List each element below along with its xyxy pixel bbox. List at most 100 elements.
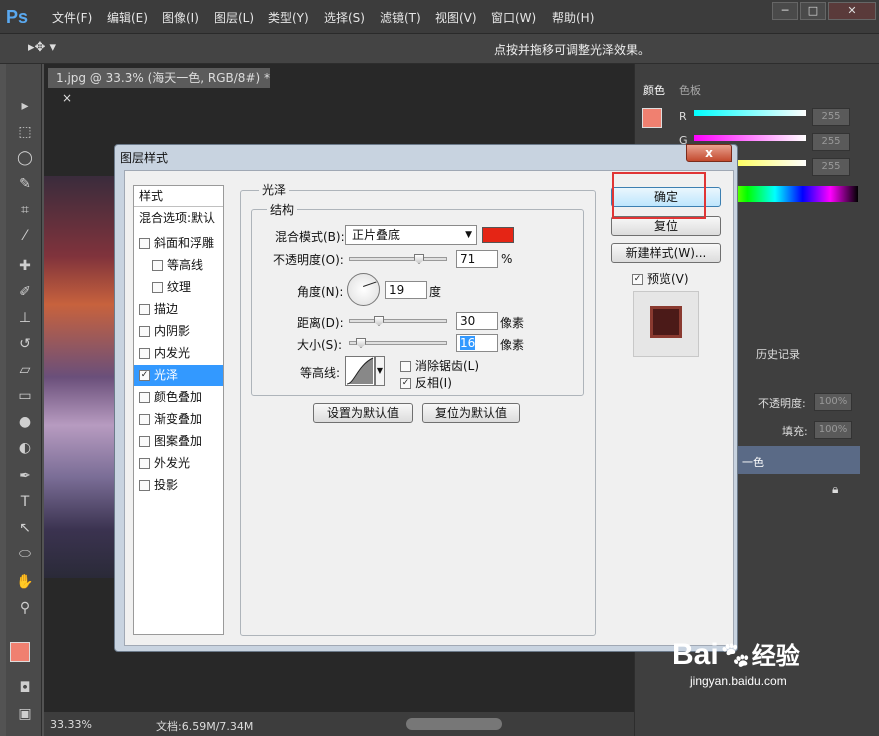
style-item-contour[interactable]: 等高线: [134, 255, 223, 276]
menu-file[interactable]: 文件(F): [52, 9, 92, 26]
r-slider[interactable]: [694, 110, 806, 116]
canvas-image[interactable]: [44, 176, 122, 578]
checkbox[interactable]: [139, 304, 150, 315]
satin-color-swatch[interactable]: [482, 227, 514, 243]
style-item-color-overlay[interactable]: 颜色叠加: [134, 387, 223, 408]
checkbox[interactable]: [139, 458, 150, 469]
dodge-tool-icon[interactable]: ◐: [14, 438, 36, 458]
tab-history[interactable]: 历史记录: [756, 346, 800, 362]
hand-tool-icon[interactable]: ✋: [14, 572, 36, 592]
checkbox[interactable]: [400, 361, 411, 372]
contour-dropdown-icon[interactable]: ▼: [375, 356, 385, 386]
checkbox[interactable]: [139, 392, 150, 403]
zoom-tool-icon[interactable]: ⚲: [14, 598, 36, 618]
checkbox-checked[interactable]: ✓: [139, 370, 150, 381]
b-value[interactable]: 255: [812, 158, 850, 176]
stamp-tool-icon[interactable]: ⊥: [14, 308, 36, 328]
window-close-button[interactable]: ✕: [828, 2, 876, 20]
move-tool-icon[interactable]: ▸: [14, 96, 36, 116]
menu-image[interactable]: 图像(I): [162, 9, 199, 26]
menu-window[interactable]: 窗口(W): [491, 9, 536, 26]
reset-button[interactable]: 复位: [611, 216, 721, 236]
style-item-gradient-overlay[interactable]: 渐变叠加: [134, 409, 223, 430]
style-item-satin[interactable]: ✓ 光泽: [134, 365, 223, 386]
opacity-input[interactable]: 71: [456, 250, 498, 268]
horizontal-scrollbar[interactable]: [406, 718, 502, 730]
checkbox[interactable]: [139, 348, 150, 359]
marquee-tool-icon[interactable]: ⬚: [14, 122, 36, 142]
eyedropper-icon[interactable]: ⁄: [14, 226, 36, 246]
style-item-texture[interactable]: 纹理: [134, 277, 223, 298]
history-brush-icon[interactable]: ↺: [14, 334, 36, 354]
checkbox[interactable]: [152, 260, 163, 271]
distance-input[interactable]: 30: [456, 312, 498, 330]
menu-filter[interactable]: 滤镜(T): [380, 9, 421, 26]
opacity-slider[interactable]: [349, 257, 447, 261]
document-tab[interactable]: 1.jpg @ 33.3% (海天一色, RGB/8#) * ×: [48, 68, 270, 105]
blend-mode-select[interactable]: 正片叠底 ▼: [345, 225, 477, 245]
menu-type[interactable]: 类型(Y): [268, 9, 309, 26]
dialog-close-button[interactable]: x: [686, 144, 732, 162]
screen-mode-icon[interactable]: ▣: [14, 704, 36, 724]
maximize-button[interactable]: □: [800, 2, 826, 20]
pen-tool-icon[interactable]: ✒: [14, 466, 36, 486]
style-item-inner-glow[interactable]: 内发光: [134, 343, 223, 364]
zoom-level[interactable]: 33.33%: [50, 718, 92, 731]
blur-tool-icon[interactable]: ●: [14, 412, 36, 432]
style-item-stroke[interactable]: 描边: [134, 299, 223, 320]
crop-tool-icon[interactable]: ⌗: [14, 200, 36, 220]
checkbox-checked[interactable]: ✓: [400, 378, 411, 389]
menu-layer[interactable]: 图层(L): [214, 9, 254, 26]
ellipse-tool-icon[interactable]: ⬭: [14, 544, 36, 564]
checkbox[interactable]: [139, 436, 150, 447]
style-item-outer-glow[interactable]: 外发光: [134, 453, 223, 474]
size-input[interactable]: 16: [456, 334, 498, 352]
preview-checkbox[interactable]: ✓ 预览(V): [632, 270, 689, 287]
gradient-tool-icon[interactable]: ▭: [14, 386, 36, 406]
style-item-inner-shadow[interactable]: 内阴影: [134, 321, 223, 342]
healing-brush-icon[interactable]: ✚: [14, 256, 36, 276]
invert-checkbox[interactable]: ✓ 反相(I): [400, 374, 452, 391]
blend-options-item[interactable]: 混合选项:默认: [134, 208, 223, 229]
angle-dial[interactable]: [347, 273, 380, 306]
r-value[interactable]: 255: [812, 108, 850, 126]
checkbox-checked[interactable]: ✓: [632, 274, 643, 285]
checkbox[interactable]: [139, 326, 150, 337]
move-icon[interactable]: ▸✥ ▾: [28, 40, 56, 55]
tab-color[interactable]: 颜色: [643, 82, 665, 98]
checkbox[interactable]: [139, 480, 150, 491]
make-default-button[interactable]: 设置为默认值: [313, 403, 413, 423]
type-tool-icon[interactable]: T: [14, 492, 36, 512]
quick-mask-icon[interactable]: ◘: [14, 678, 36, 698]
checkbox[interactable]: [139, 414, 150, 425]
g-value[interactable]: 255: [812, 133, 850, 151]
style-item-pattern-overlay[interactable]: 图案叠加: [134, 431, 223, 452]
document-tab-close-icon[interactable]: ×: [62, 91, 72, 105]
menu-edit[interactable]: 编辑(E): [107, 9, 148, 26]
contour-preview[interactable]: [345, 356, 375, 386]
minimize-button[interactable]: ─: [772, 2, 798, 20]
reset-default-button[interactable]: 复位为默认值: [422, 403, 520, 423]
new-style-button[interactable]: 新建样式(W)...: [611, 243, 721, 263]
tab-swatches[interactable]: 色板: [679, 82, 701, 98]
lasso-tool-icon[interactable]: ◯: [14, 148, 36, 168]
g-slider[interactable]: [694, 135, 806, 141]
checkbox[interactable]: [152, 282, 163, 293]
layer-opacity-value[interactable]: 100%: [814, 393, 852, 411]
path-select-icon[interactable]: ↖: [14, 518, 36, 538]
menu-select[interactable]: 选择(S): [324, 9, 365, 26]
style-item-bevel[interactable]: 斜面和浮雕: [134, 233, 223, 254]
style-item-drop-shadow[interactable]: 投影: [134, 475, 223, 496]
angle-input[interactable]: 19: [385, 281, 427, 299]
quick-select-icon[interactable]: ✎: [14, 174, 36, 194]
menu-help[interactable]: 帮助(H): [552, 9, 594, 26]
distance-slider[interactable]: [349, 319, 447, 323]
foreground-color-swatch[interactable]: [10, 642, 30, 662]
brush-tool-icon[interactable]: ✐: [14, 282, 36, 302]
styles-header[interactable]: 样式: [134, 186, 223, 207]
layer-fill-value[interactable]: 100%: [814, 421, 852, 439]
eraser-icon[interactable]: ▱: [14, 360, 36, 380]
menu-view[interactable]: 视图(V): [435, 9, 477, 26]
panel-foreground-swatch[interactable]: [642, 108, 662, 128]
anti-alias-checkbox[interactable]: 消除锯齿(L): [400, 357, 479, 374]
